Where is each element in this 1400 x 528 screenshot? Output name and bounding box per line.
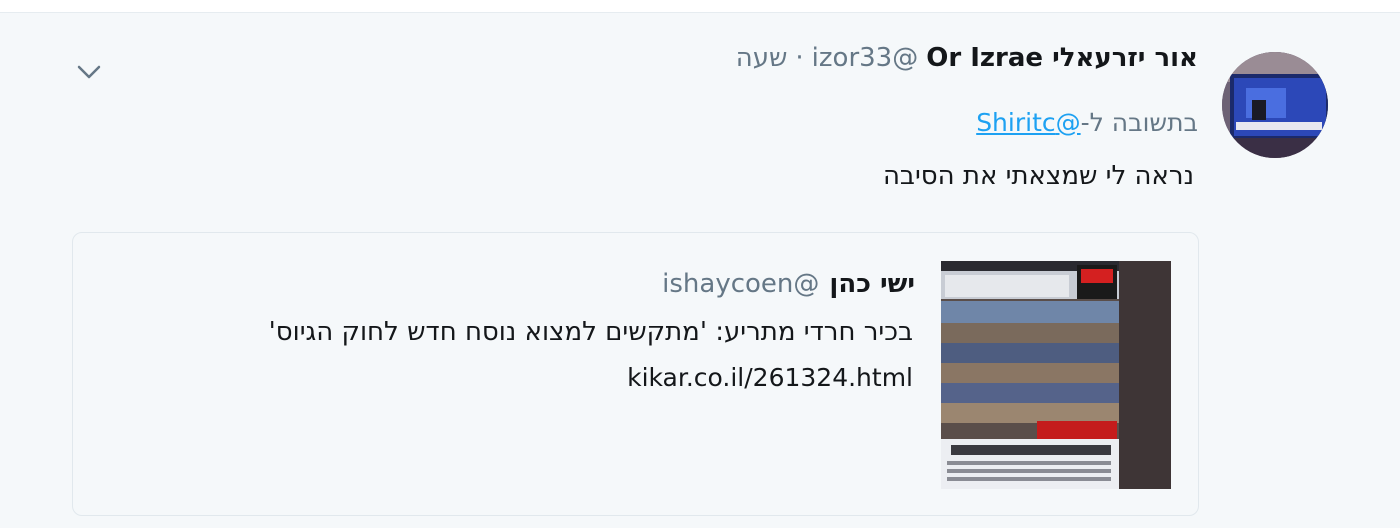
avatar[interactable] [1222,52,1328,158]
author-name[interactable]: אור יזרעאלי Or Izrae [926,41,1198,75]
chevron-down-icon[interactable] [72,55,106,89]
top-divider [0,0,1400,13]
quoted-tweet[interactable]: ישי כהן @ishaycoen בכיר חרדי מתריע: 'מתק… [72,232,1199,516]
author-handle[interactable]: @izor33 [812,41,919,75]
separator-dot: · [795,43,804,73]
quoted-tweet-text: בכיר חרדי מתריע: 'מתקשים למצוא נוסח חדש … [268,317,913,347]
tweet-text: נראה לי שמצאתי את הסיבה [882,161,1194,191]
reply-mention-link[interactable]: @Shiritc [976,108,1080,137]
quoted-tweet-header: ישי כהן @ishaycoen [662,267,915,301]
article-thumbnail [941,261,1171,489]
quoted-author-handle[interactable]: @ishaycoen [662,267,819,301]
avatar-image [1222,52,1328,158]
tweet-header: אור יזרעאלי Or Izrae @izor33 · שעה [736,41,1198,75]
tweet-timestamp[interactable]: שעה [736,41,788,75]
reply-prefix: בתשובה ל- [1080,108,1198,137]
quoted-tweet-link[interactable]: kikar.co.il/261324.html [627,361,913,395]
reply-context: בתשובה ל-@Shiritc [976,106,1198,140]
tweet-card[interactable]: אור יזרעאלי Or Izrae @izor33 · שעה בתשוב… [0,13,1400,528]
quoted-author-name[interactable]: ישי כהן [829,267,915,301]
